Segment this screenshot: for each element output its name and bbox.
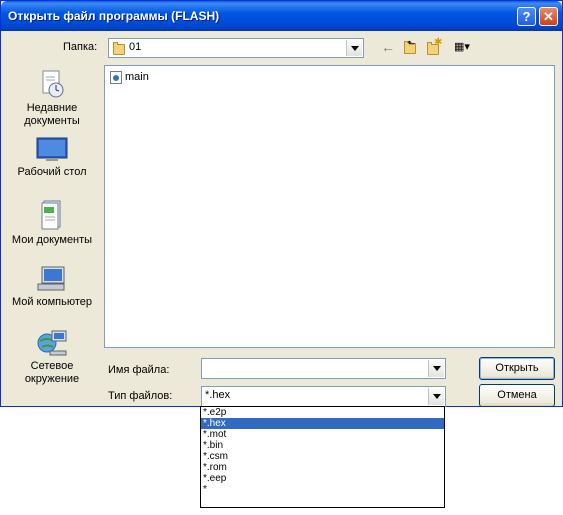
folder-icon [113, 42, 125, 55]
cancel-button[interactable]: Отмена [479, 384, 555, 407]
chevron-down-icon[interactable] [428, 388, 444, 405]
my-computer-icon [36, 265, 68, 293]
place-network[interactable]: Сетевое окружение [5, 327, 99, 386]
dropdown-option[interactable]: *.csm [201, 451, 444, 462]
view-menu-icon[interactable]: ▦▾ [448, 39, 476, 55]
back-icon[interactable]: ← [379, 39, 397, 55]
place-label: Рабочий стол [17, 166, 87, 178]
file-name: main [125, 71, 149, 83]
close-button[interactable]: ✕ [539, 7, 558, 26]
program-file-icon [110, 71, 122, 84]
place-desktop[interactable]: Рабочий стол [5, 137, 99, 179]
network-icon [36, 327, 68, 357]
filetype-value: *.hex [205, 389, 231, 401]
dropdown-option-selected[interactable]: *.hex [201, 418, 444, 429]
recent-documents-icon [39, 69, 65, 99]
dropdown-option[interactable]: * [201, 484, 444, 495]
dropdown-option[interactable]: *.rom [201, 462, 444, 473]
dropdown-option[interactable]: *.e2p [201, 407, 444, 418]
dropdown-option[interactable]: *.mot [201, 429, 444, 440]
up-folder-icon[interactable]: ⬑ [401, 39, 419, 55]
place-label: Мои документы [11, 234, 93, 246]
dropdown-option[interactable]: *.eep [201, 473, 444, 484]
file-list[interactable]: main [104, 65, 555, 348]
place-label: Недавние документы [24, 102, 80, 127]
place-label: Сетевое окружение [24, 360, 80, 385]
place-recent-documents[interactable]: Недавние документы [5, 69, 99, 128]
dropdown-option[interactable]: *.bin [201, 440, 444, 451]
my-documents-icon [38, 199, 66, 231]
lookin-label: Папка: [63, 41, 98, 53]
desktop-icon [36, 137, 68, 163]
open-file-dialog: Открыть файл программы (FLASH) ? ✕ Папка… [0, 0, 563, 407]
place-my-documents[interactable]: Мои документы [5, 199, 99, 247]
chevron-down-icon[interactable] [346, 40, 362, 56]
filename-input[interactable] [201, 358, 446, 379]
place-label: Мой компьютер [11, 296, 93, 308]
filetype-label: Тип файлов: [108, 390, 173, 402]
place-my-computer[interactable]: Мой компьютер [5, 265, 99, 309]
help-button[interactable]: ? [517, 7, 536, 26]
window-title: Открыть файл программы (FLASH) [8, 9, 220, 23]
filename-label: Имя файла: [108, 364, 170, 376]
title-bar[interactable]: Открыть файл программы (FLASH) ? ✕ [1, 1, 562, 31]
lookin-combo[interactable]: 01 [108, 38, 364, 58]
new-folder-icon[interactable]: ✱ [425, 37, 443, 55]
filetype-dropdown-list[interactable]: *.e2p *.hex *.mot *.bin *.csm *.rom *.ee… [200, 406, 445, 508]
chevron-down-icon[interactable] [428, 360, 444, 377]
lookin-value: 01 [129, 41, 142, 53]
filetype-select[interactable]: *.hex [201, 386, 446, 407]
open-button[interactable]: Открыть [479, 357, 555, 380]
